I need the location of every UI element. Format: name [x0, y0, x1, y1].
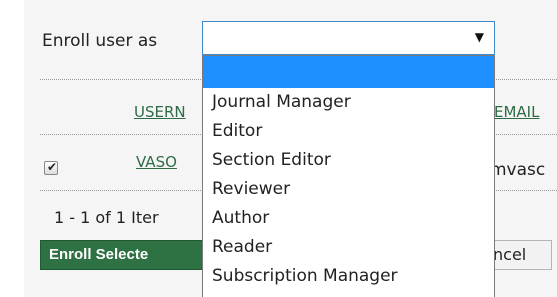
role-select[interactable]: ▼	[202, 21, 495, 55]
pagination-info: 1 - 1 of 1 Iter	[54, 208, 159, 227]
role-option-reviewer[interactable]: Reviewer	[203, 175, 494, 204]
enroll-selected-button[interactable]: Enroll Selecte	[40, 240, 210, 270]
role-option-section-editor[interactable]: Section Editor	[203, 146, 494, 175]
column-header-email[interactable]: EMAIL	[494, 103, 539, 121]
role-option-subscription-manager[interactable]: Subscription Manager	[203, 262, 494, 291]
role-option-author[interactable]: Author	[203, 204, 494, 233]
role-dropdown-list: Journal Manager Editor Section Editor Re…	[202, 55, 495, 297]
role-option-reader[interactable]: Reader	[203, 233, 494, 262]
checkmark-icon: ✔	[47, 160, 58, 174]
role-option-blank[interactable]	[203, 56, 494, 88]
role-option-journal-manager[interactable]: Journal Manager	[203, 88, 494, 117]
row-select-checkbox[interactable]: ✔	[44, 160, 58, 175]
dropdown-arrow-icon[interactable]: ▼	[475, 30, 484, 44]
role-option-editor[interactable]: Editor	[203, 117, 494, 146]
enrollment-page: Enroll user as ▼ USERN EMAIL ✔ VASO mvas…	[24, 0, 557, 297]
enroll-as-label: Enroll user as	[42, 31, 158, 51]
row-username-link[interactable]: VASO	[136, 153, 177, 171]
row-email: mvasc	[490, 160, 546, 180]
column-header-username[interactable]: USERN	[134, 103, 186, 121]
